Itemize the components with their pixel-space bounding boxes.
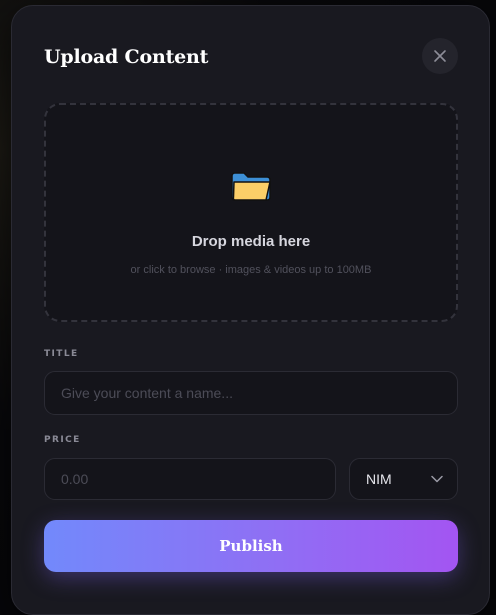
title-input[interactable] xyxy=(44,371,458,415)
title-label: TITLE xyxy=(44,349,79,359)
chevron-down-icon xyxy=(431,475,443,483)
close-icon xyxy=(434,50,446,62)
price-input[interactable] xyxy=(44,458,336,500)
currency-selected-value: NIM xyxy=(366,471,392,487)
publish-button[interactable]: Publish xyxy=(44,520,458,572)
price-label: PRICE xyxy=(44,435,81,445)
dropzone-title: Drop media here xyxy=(191,233,311,250)
modal-title: Upload Content xyxy=(44,46,209,68)
close-button[interactable] xyxy=(422,38,458,74)
dropzone-subtitle: or click to browse · images & videos up … xyxy=(130,264,372,276)
currency-select[interactable]: NIM xyxy=(349,458,458,500)
folder-icon xyxy=(231,172,271,201)
media-dropzone[interactable]: Drop media here or click to browse · ima… xyxy=(44,103,458,322)
upload-modal: Upload Content Drop media here or click … xyxy=(11,5,490,615)
